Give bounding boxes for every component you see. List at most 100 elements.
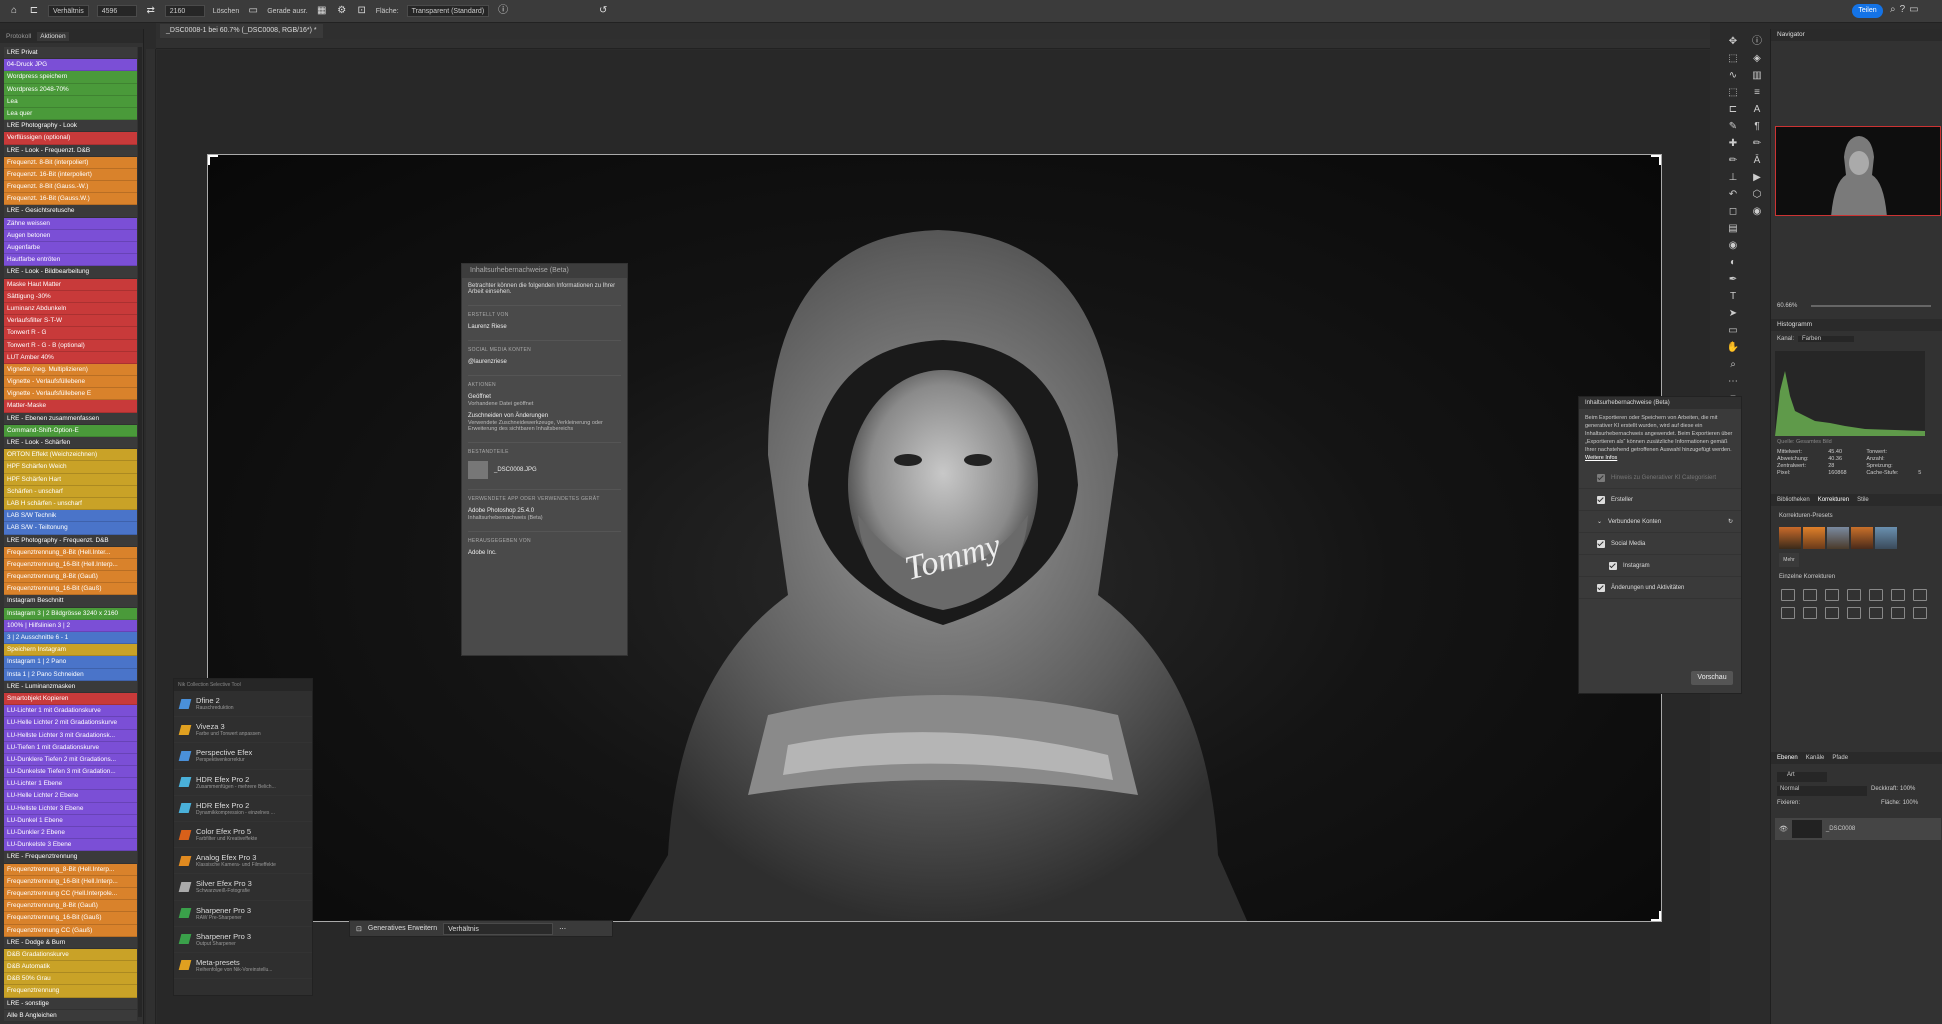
blur-icon[interactable]: ◉ xyxy=(1722,237,1744,254)
action-item[interactable]: Smartobjekt Kopieren xyxy=(4,692,137,706)
action-item[interactable]: Wordpress 2048-70% xyxy=(4,83,137,96)
action-item[interactable]: Frequenztrennung_8-Bit (Gauß) xyxy=(4,900,137,913)
instagram-checkbox[interactable] xyxy=(1609,561,1617,570)
dodge-icon[interactable]: ◐ xyxy=(1722,254,1744,271)
crop-tool-icon[interactable]: ⊏ xyxy=(28,5,40,17)
nik-item[interactable]: Sharpener Pro 3 RAW Pre-Sharpener xyxy=(174,901,312,927)
action-item[interactable]: Frequenztrennung CC (Gauß) xyxy=(4,924,137,937)
straighten-icon[interactable]: ▭ xyxy=(247,5,259,17)
action-item[interactable]: Frequenzt. 8-Bit (Gauss.-W.) xyxy=(4,181,137,194)
single-adjustments-label[interactable]: Einzelne Korrekturen xyxy=(1779,574,1835,580)
action-item[interactable]: HPF Schärfen Hart xyxy=(4,473,137,486)
action-item[interactable]: Augenfarbe xyxy=(4,242,137,255)
action-item[interactable]: Vignette - Verlaufsfüllebene xyxy=(4,376,137,389)
social-media-row[interactable]: Social Media xyxy=(1579,533,1741,555)
photo-canvas[interactable]: Tommy xyxy=(207,154,1662,922)
nik-item[interactable]: Perspective Efex Perspektivenkorrektur xyxy=(174,743,312,770)
more-tools-icon[interactable]: ⋯ xyxy=(1722,373,1744,390)
navigator-panel-icon[interactable]: ◈ xyxy=(1746,50,1768,67)
grid-overlay-icon[interactable]: ▦ xyxy=(316,5,328,17)
pen-icon[interactable]: ✒ xyxy=(1722,271,1744,288)
nik-item[interactable]: Sharpener Pro 3 Output Sharpener xyxy=(174,927,312,953)
3d-panel-icon[interactable]: ⬡ xyxy=(1746,186,1768,203)
preset-thumb[interactable] xyxy=(1803,527,1825,549)
action-item[interactable]: Luminanz Abdunkeln xyxy=(4,302,137,316)
action-item[interactable]: Instagram 1 | 2 Pano xyxy=(4,656,137,669)
action-item[interactable]: Augen betonen xyxy=(4,229,137,242)
action-item[interactable]: Frequenztrennung_16-Bit (Gauß) xyxy=(4,912,137,925)
histogram-title[interactable]: Histogramm xyxy=(1771,319,1942,331)
preview-button[interactable]: Vorschau xyxy=(1691,671,1733,685)
paragraph-panel-icon[interactable]: ¶ xyxy=(1746,118,1768,135)
action-item[interactable]: Frequenztrennung CC (Hell.Interpole... xyxy=(4,887,137,901)
navigator-thumbnail[interactable] xyxy=(1775,126,1941,216)
color-balance-icon[interactable] xyxy=(1913,589,1927,601)
edits-checkbox[interactable] xyxy=(1597,583,1605,592)
nik-item[interactable]: Dfine 2 Rauschreduktion xyxy=(174,691,312,718)
more-options-icon[interactable]: ⋯ xyxy=(559,925,566,933)
action-item[interactable]: Speichern Instagram xyxy=(4,644,137,657)
action-item[interactable]: Verflüssigen (optional) xyxy=(4,132,137,145)
action-item[interactable]: Frequenztrennung_16-Bit (Hell.Interp... xyxy=(4,558,137,572)
action-item[interactable]: Maske Haut Matter xyxy=(4,278,137,291)
zoom-slider[interactable] xyxy=(1811,305,1931,307)
social-media-checkbox[interactable] xyxy=(1597,539,1605,548)
action-item[interactable]: Alle B Angleichen xyxy=(4,1009,137,1022)
brush-panel-icon[interactable]: ✏ xyxy=(1746,135,1768,152)
refresh-icon[interactable]: ↻ xyxy=(1728,518,1733,525)
action-item[interactable]: Verlaufsfilter S-T-W xyxy=(4,315,137,328)
crop-tool-icon-side[interactable]: ⊏ xyxy=(1722,101,1744,118)
edits-row[interactable]: Änderungen und Aktivitäten xyxy=(1579,577,1741,599)
layer-row[interactable]: 👁 _DSC0008 xyxy=(1775,818,1941,840)
channel-select[interactable]: Farben xyxy=(1798,336,1855,342)
histogram-panel-icon[interactable]: ▥ xyxy=(1746,67,1768,84)
action-item[interactable]: LU-Hellste Lichter 3 mit Gradationsk... xyxy=(4,729,137,742)
action-item[interactable]: Frequenzt. 16-Bit (Gauss.W.) xyxy=(4,193,137,206)
more-info-link[interactable]: Weitere Infos xyxy=(1585,455,1617,461)
action-item[interactable]: LRE - Look - Frequenzt. D&B xyxy=(4,144,137,157)
tab-history[interactable]: Protokoll xyxy=(6,33,31,40)
creator-row[interactable]: Ersteller xyxy=(1579,489,1741,511)
action-item[interactable]: LRE Privat xyxy=(4,47,137,60)
help-icon[interactable]: ? xyxy=(1900,4,1906,15)
action-item[interactable]: LU-Dunkelste Tiefen 3 mit Gradation... xyxy=(4,766,137,779)
tab-libraries[interactable]: Bibliotheken xyxy=(1777,494,1810,506)
share-button[interactable]: Teilen xyxy=(1852,4,1883,18)
action-item[interactable]: D&B 50% Grau xyxy=(4,973,137,986)
layer-filter-select[interactable]: Art xyxy=(1777,772,1827,782)
invert-icon[interactable] xyxy=(1869,607,1883,619)
action-item[interactable]: 100% | Hilfslinien 3 | 2 xyxy=(4,619,137,632)
action-item[interactable]: Hautfarbe entröten xyxy=(4,254,137,267)
photo-filter-icon[interactable] xyxy=(1803,607,1817,619)
action-item[interactable]: D&B Gradationskurve xyxy=(4,948,137,962)
home-icon[interactable]: ⌂ xyxy=(8,5,20,17)
tab-actions[interactable]: Aktionen xyxy=(37,31,69,41)
action-item[interactable]: ORTON Effekt (Weichzeichnen) xyxy=(4,449,137,462)
lasso-tool-icon[interactable]: ∿ xyxy=(1722,67,1744,84)
gear-icon[interactable]: ⚙ xyxy=(336,5,348,17)
preset-thumb[interactable] xyxy=(1875,527,1897,549)
social-value[interactable]: @laurenzriese xyxy=(468,359,621,365)
navigator-zoom[interactable]: 60.66% xyxy=(1777,303,1797,309)
crop-handle-tl[interactable] xyxy=(208,155,218,165)
shape-icon[interactable]: ▭ xyxy=(1722,322,1744,339)
instagram-row[interactable]: Instagram xyxy=(1579,555,1741,577)
action-item[interactable]: Command-Shift-Option-E xyxy=(4,424,137,437)
action-item[interactable]: Lea quer xyxy=(4,107,137,121)
crop-handle-br[interactable] xyxy=(1651,911,1661,921)
exposure-icon[interactable] xyxy=(1847,589,1861,601)
action-item[interactable]: LU-Helle Lichter 2 mit Gradationskurve xyxy=(4,717,137,730)
action-item[interactable]: LU-Dunkel 1 Ebene xyxy=(4,814,137,827)
action-item[interactable]: LU-Dunklere Tiefen 2 mit Gradations... xyxy=(4,753,137,767)
stamp-icon[interactable]: ⊥ xyxy=(1722,169,1744,186)
action-item[interactable]: LRE - Luminanzmasken xyxy=(4,680,137,693)
action-item[interactable]: LRE - Look - Bildbearbeitung xyxy=(4,266,137,279)
action-item[interactable]: LU-Dunkler 2 Ebene xyxy=(4,827,137,840)
action-item[interactable]: LAB S/W Technik xyxy=(4,510,137,523)
action-item[interactable]: LRE - sonstige xyxy=(4,997,137,1010)
healing-icon[interactable]: ✚ xyxy=(1722,135,1744,152)
action-item[interactable]: 04-Druck JPG xyxy=(4,59,137,72)
actions-panel-icon[interactable]: ▶ xyxy=(1746,169,1768,186)
vibrance-icon[interactable] xyxy=(1869,589,1883,601)
fill-select[interactable]: Transparent (Standard) xyxy=(406,5,490,17)
